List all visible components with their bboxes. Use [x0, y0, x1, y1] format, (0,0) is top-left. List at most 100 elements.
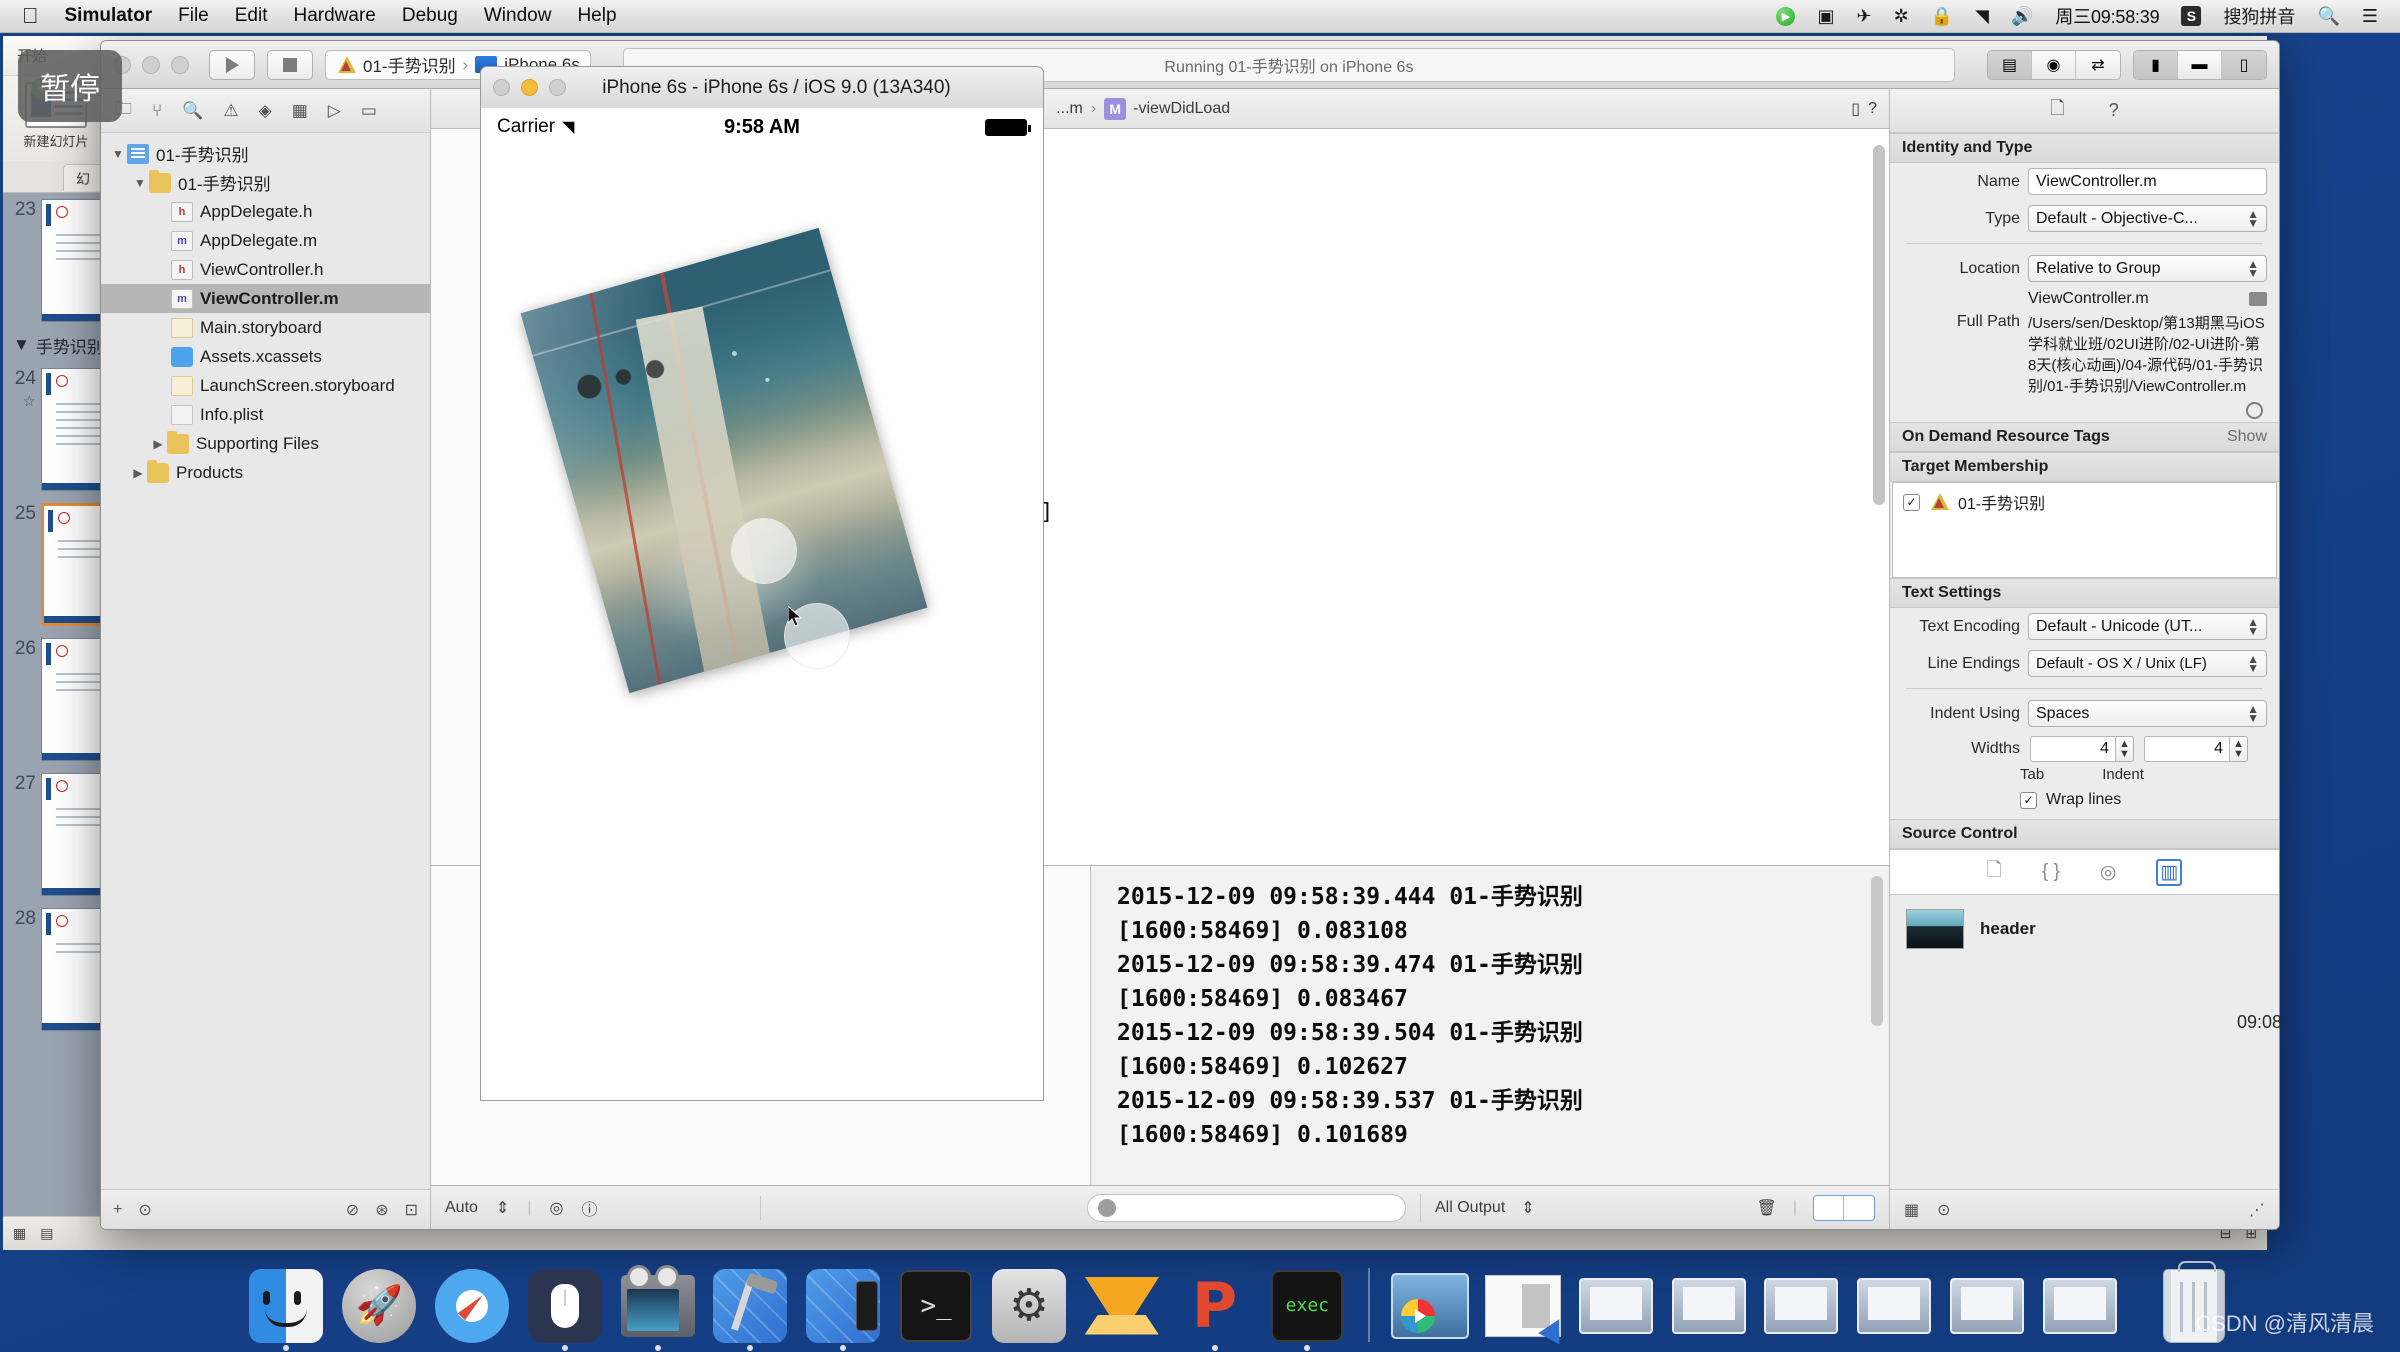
tree-row-file[interactable]: m AppDelegate.m: [101, 226, 430, 255]
menu-item-file[interactable]: File: [178, 5, 209, 27]
airplay-icon[interactable]: ✈: [1856, 6, 1871, 27]
reveal-in-finder-icon[interactable]: [2246, 402, 2263, 419]
input-method-badge-icon[interactable]: S: [2181, 6, 2202, 26]
menu-item-help[interactable]: Help: [577, 5, 616, 27]
debug-navigator-icon[interactable]: ▦: [292, 101, 308, 121]
gesture-photo[interactable]: [520, 227, 928, 694]
utilities-pane[interactable]: 🗋 ? Identity and Type Name ViewControlle…: [1889, 89, 2279, 1229]
file-template-library-icon[interactable]: 🗋: [1987, 856, 2002, 888]
source-control-navigator-icon[interactable]: ⑂: [152, 101, 162, 121]
project-navigator-tree[interactable]: ▼ 01-手势识别 ▼ 01-手势识别 h AppDelegate.h m Ap…: [101, 133, 430, 1189]
simulator-title-bar[interactable]: iPhone 6s - iPhone 6s / iOS 9.0 (13A340): [480, 66, 1044, 108]
navigator-footer[interactable]: + ⊙ ⊘ ⊛ ⊡: [101, 1189, 430, 1229]
dock-item-simulator[interactable]: [523, 1263, 606, 1351]
close-button[interactable]: [493, 79, 510, 96]
input-method-label[interactable]: 搜狗拼音: [2223, 3, 2295, 29]
source-control-header[interactable]: Source Control: [1890, 819, 2279, 849]
dock-item-paw[interactable]: P: [1173, 1263, 1256, 1351]
source-control-filter-icon[interactable]: ⊛: [375, 1200, 388, 1220]
inspector-tab-bar[interactable]: 🗋 ?: [1890, 89, 2279, 133]
ppt-view-grid-icon[interactable]: ▦: [13, 1225, 26, 1242]
navigator-pane[interactable]: 🗀 ⑂ 🔍 ⚠ ◈ ▦ ▷ ▭ ▼ 01-手势识别 ▼ 01-手势识别 h Ap…: [101, 89, 431, 1229]
dock-item-minimized-5[interactable]: [1946, 1263, 2029, 1348]
menu-item-simulator[interactable]: Simulator: [65, 5, 153, 27]
widths-row[interactable]: Widths 4 ▲ ▼ 4 ▲ ▼: [1890, 732, 2279, 766]
dock-item-document-window[interactable]: [1482, 1263, 1570, 1348]
location-field-row[interactable]: Location Relative to Group ▲ ▼: [1890, 250, 2279, 287]
dock-item-system-preferences[interactable]: ⚙: [988, 1263, 1071, 1348]
text-encoding-select[interactable]: Default - Unicode (UT... ▲ ▼: [2028, 613, 2267, 640]
trash-icon[interactable]: 🗑: [1757, 1198, 1777, 1218]
disclosure-triangle-icon[interactable]: ▶: [129, 466, 147, 480]
chevron-updown-icon[interactable]: ⇕: [496, 1198, 509, 1218]
object-library-icon[interactable]: ◎: [2100, 861, 2117, 884]
library-tab-bar[interactable]: 🗋 { } ◎ ▥: [1890, 849, 2279, 895]
dock-item-safari[interactable]: [431, 1263, 514, 1348]
editor-mode-segmented-control[interactable]: ▤ ◉ ⇄: [1987, 49, 2121, 80]
breadcrumb-method[interactable]: M -viewDidLoad: [1104, 97, 1230, 120]
standard-editor-button[interactable]: ▤: [1988, 50, 2032, 79]
indent-using-row[interactable]: Indent Using Spaces ▲ ▼: [1890, 695, 2279, 732]
tree-row-group[interactable]: ▶ Supporting Files: [101, 429, 430, 458]
minimize-button[interactable]: [142, 55, 160, 74]
wrap-lines-row[interactable]: ✓ Wrap lines: [1890, 789, 2279, 819]
quick-help-icon[interactable]: ?: [2109, 100, 2119, 121]
add-icon[interactable]: +: [113, 1201, 122, 1219]
target-membership-item[interactable]: ✓ 01-手势识别: [1893, 483, 2276, 521]
tree-row-project[interactable]: ▼ 01-手势识别: [101, 139, 430, 168]
volume-icon[interactable]: 🔊: [2011, 6, 2033, 27]
bluetooth-icon[interactable]: ✲: [1894, 6, 1909, 27]
target-membership-list[interactable]: ✓ 01-手势识别: [1892, 482, 2277, 578]
library-filter-icon[interactable]: ⊙: [1937, 1200, 1950, 1220]
identity-and-type-header[interactable]: Identity and Type: [1890, 133, 2279, 163]
stop-button[interactable]: [267, 49, 313, 80]
filter-icon[interactable]: ⊙: [138, 1200, 151, 1220]
dock-item-minimized-3[interactable]: [1760, 1263, 1843, 1348]
wifi-icon[interactable]: ◥: [1975, 6, 1989, 27]
search-navigator-icon[interactable]: 🔍: [182, 101, 203, 121]
console-output[interactable]: 2015-12-09 09:58:39.444 01-手势识别 [1600:58…: [1091, 866, 1889, 1185]
file-inspector-icon[interactable]: 🗋: [2050, 96, 2064, 126]
tree-row-file[interactable]: LaunchScreen.storyboard: [101, 371, 430, 400]
name-field-row[interactable]: Name ViewController.m: [1890, 163, 2279, 200]
menu-item-window[interactable]: Window: [484, 5, 552, 27]
menu-clock[interactable]: 周三09:58:39: [2055, 3, 2159, 29]
indent-width-stepper[interactable]: 4 ▲ ▼: [2144, 736, 2248, 762]
dock-item-exec[interactable]: exec: [1266, 1263, 1349, 1351]
navigator-toggle-button[interactable]: ▮: [2134, 50, 2178, 79]
menu-item-edit[interactable]: Edit: [235, 5, 268, 27]
resize-grip-icon[interactable]: ⋰: [2249, 1200, 2265, 1220]
tree-row-file[interactable]: h ViewController.h: [101, 255, 430, 284]
info-icon[interactable]: ⓘ: [581, 1196, 597, 1220]
dock-item-xcode[interactable]: [709, 1263, 792, 1351]
show-variables-button[interactable]: [1814, 1195, 1844, 1220]
breakpoint-navigator-icon[interactable]: ▷: [328, 101, 341, 121]
minimize-button[interactable]: [521, 79, 538, 96]
quick-help-icon[interactable]: ?: [1868, 100, 1877, 118]
library-grid-icon[interactable]: ▦: [1904, 1200, 1919, 1220]
related-items-icon[interactable]: ▯: [1851, 99, 1860, 119]
simulator-screen[interactable]: Carrier ◥ 9:58 AM: [480, 108, 1044, 1101]
debug-status-bar[interactable]: Auto ⇕ | ◎ ⓘ All Output ⇕ 🗑 |: [431, 1185, 1889, 1229]
choose-folder-icon[interactable]: [2249, 292, 2267, 306]
dock-item-minimized-4[interactable]: [1853, 1263, 1936, 1348]
dock-item-interface-builder[interactable]: [802, 1263, 885, 1351]
disclosure-triangle-icon[interactable]: ▼: [109, 147, 127, 161]
file-inspector[interactable]: Identity and Type Name ViewController.m …: [1890, 133, 2279, 1189]
scope-select[interactable]: Auto: [445, 1199, 478, 1217]
dock-item-quicktime[interactable]: [616, 1263, 699, 1351]
screen-share-icon[interactable]: ▶: [1776, 6, 1796, 26]
dock-item-media-window[interactable]: [1389, 1263, 1472, 1348]
tree-row-group[interactable]: ▶ Products: [101, 458, 430, 487]
search-icon[interactable]: 🔍: [2317, 6, 2339, 27]
disclosure-triangle-icon[interactable]: ▶: [149, 437, 167, 451]
dock-item-finder[interactable]: [245, 1263, 328, 1351]
debug-area-toggle-button[interactable]: ▬: [2178, 50, 2222, 79]
media-library-icon[interactable]: ▥: [2156, 858, 2183, 886]
stepper-arrows-icon[interactable]: ▲ ▼: [2116, 736, 2134, 762]
view-toggle-segmented-control[interactable]: ▮ ▬ ▯: [2133, 49, 2267, 80]
indent-using-select[interactable]: Spaces ▲ ▼: [2028, 700, 2267, 727]
on-demand-resource-tags-header[interactable]: On Demand Resource Tags Show: [1890, 422, 2279, 452]
lock-icon[interactable]: 🔒: [1931, 6, 1953, 27]
run-button[interactable]: [209, 49, 255, 80]
